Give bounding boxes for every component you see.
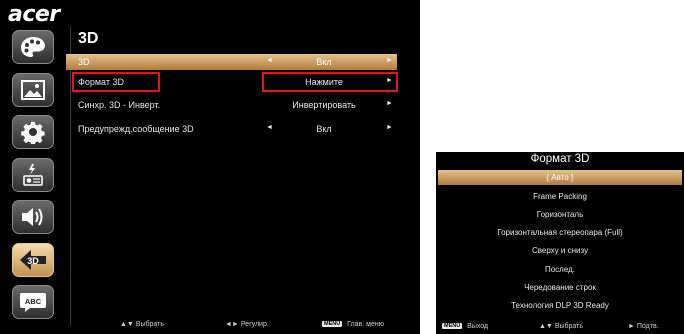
submenu-3d-format: Формат 3D [ Авто ] Frame Packing Горизон… <box>436 152 684 334</box>
footer-adjust-label: Регулир. <box>240 321 269 328</box>
left-right-arrows-icon: ◄► <box>225 321 239 328</box>
submenu-option[interactable]: Послед. <box>438 262 682 277</box>
palette-icon <box>20 36 46 58</box>
svg-text:ABC: ABC <box>25 297 42 306</box>
menu-row-value: Вкл <box>316 124 332 134</box>
right-arrow-icon: ► <box>628 323 635 330</box>
footer-confirm-label: Подтв. <box>636 323 659 330</box>
submenu-option[interactable]: Горизонтальная стереопара (Full) <box>438 225 682 240</box>
speaker-icon <box>20 206 46 228</box>
sidebar-item-management[interactable] <box>12 157 54 192</box>
footer-select-hint: ▲▼ Выбрать <box>120 321 164 328</box>
menu-row-label: Предупрежд.сообщение 3D <box>78 124 194 134</box>
footer-select-label: Выбрать <box>554 323 584 330</box>
footer-adjust-hint: ◄► Регулир. <box>225 321 269 328</box>
sidebar-item-color[interactable] <box>12 30 54 64</box>
menu-row-3d[interactable]: 3D ◄ Вкл ► <box>66 54 397 70</box>
menu-row-label: Синхр. 3D - Инверт. <box>78 100 161 110</box>
footer-exit-label: Выход <box>467 323 489 330</box>
projector-power-icon <box>21 163 45 187</box>
acer-logo: acer <box>8 2 60 27</box>
footer-menu-label: Глав. меню <box>347 321 384 328</box>
sidebar-item-audio[interactable] <box>12 200 54 234</box>
divider <box>70 26 71 326</box>
arrow-right-icon[interactable]: ► <box>386 124 393 131</box>
menu-row-label: 3D <box>78 57 90 67</box>
submenu-option[interactable]: Сверху и снизу <box>438 243 682 258</box>
arrow-right-icon[interactable]: ► <box>386 100 393 107</box>
footer-select-label: Выбрать <box>135 321 165 328</box>
menu-row-value: Инвертировать <box>292 100 356 110</box>
footer-confirm-hint: ► Подтв. <box>628 323 659 330</box>
menu-key-icon: MENU <box>322 321 343 328</box>
arrow-left-icon[interactable]: ◄ <box>266 57 273 64</box>
menu-row-value: Вкл <box>316 57 332 67</box>
submenu-title: Формат 3D <box>530 153 590 165</box>
menu-row-3d-sync-invert[interactable]: Синхр. 3D - Инверт. Инвертировать ► <box>66 97 397 113</box>
sidebar-item-language[interactable]: ABC <box>12 285 54 319</box>
menu-row-3d-warning[interactable]: Предупрежд.сообщение 3D ◄ Вкл ► <box>66 121 397 137</box>
footer-select-hint: ▲▼ Выбрать <box>539 323 583 330</box>
gear-icon <box>21 120 45 144</box>
submenu-option[interactable]: Frame Packing <box>438 189 682 204</box>
osd-footer: ▲▼ Выбрать ◄► Регулир. MENU Глав. меню <box>120 321 415 331</box>
sidebar-item-settings[interactable] <box>12 115 54 149</box>
sidebar-item-image[interactable] <box>12 72 54 107</box>
page-title: 3D <box>78 30 99 47</box>
menu-key-icon: MENU <box>442 323 463 330</box>
sidebar: 3D ABC <box>12 30 56 328</box>
footer-exit-hint: MENU Выход <box>442 323 488 330</box>
up-down-arrows-icon: ▲▼ <box>120 321 134 328</box>
annotation-box-value <box>262 72 398 92</box>
sidebar-item-3d[interactable]: 3D <box>12 242 54 277</box>
arrow-left-icon[interactable]: ◄ <box>266 124 273 131</box>
submenu-footer: MENU Выход ▲▼ Выбрать ► Подтв. <box>436 323 684 333</box>
3d-icon: 3D <box>18 248 48 272</box>
language-icon: ABC <box>19 291 47 313</box>
osd-main-menu: acer 3D ABC 3D 3D ◄ Вкл ► Формат 3D Нажм… <box>0 0 420 334</box>
submenu-option[interactable]: Чередование строк <box>438 280 682 295</box>
submenu-option[interactable]: Технология DLP 3D Ready <box>438 298 682 313</box>
annotation-box-label <box>72 72 160 92</box>
svg-text:3D: 3D <box>27 256 39 266</box>
submenu-option[interactable]: [ Авто ] <box>438 170 682 185</box>
footer-menu-hint: MENU Глав. меню <box>322 321 384 328</box>
arrow-right-icon[interactable]: ► <box>386 57 393 64</box>
submenu-option[interactable]: Горизонталь <box>438 207 682 222</box>
up-down-arrows-icon: ▲▼ <box>539 323 553 330</box>
image-icon <box>21 79 45 100</box>
